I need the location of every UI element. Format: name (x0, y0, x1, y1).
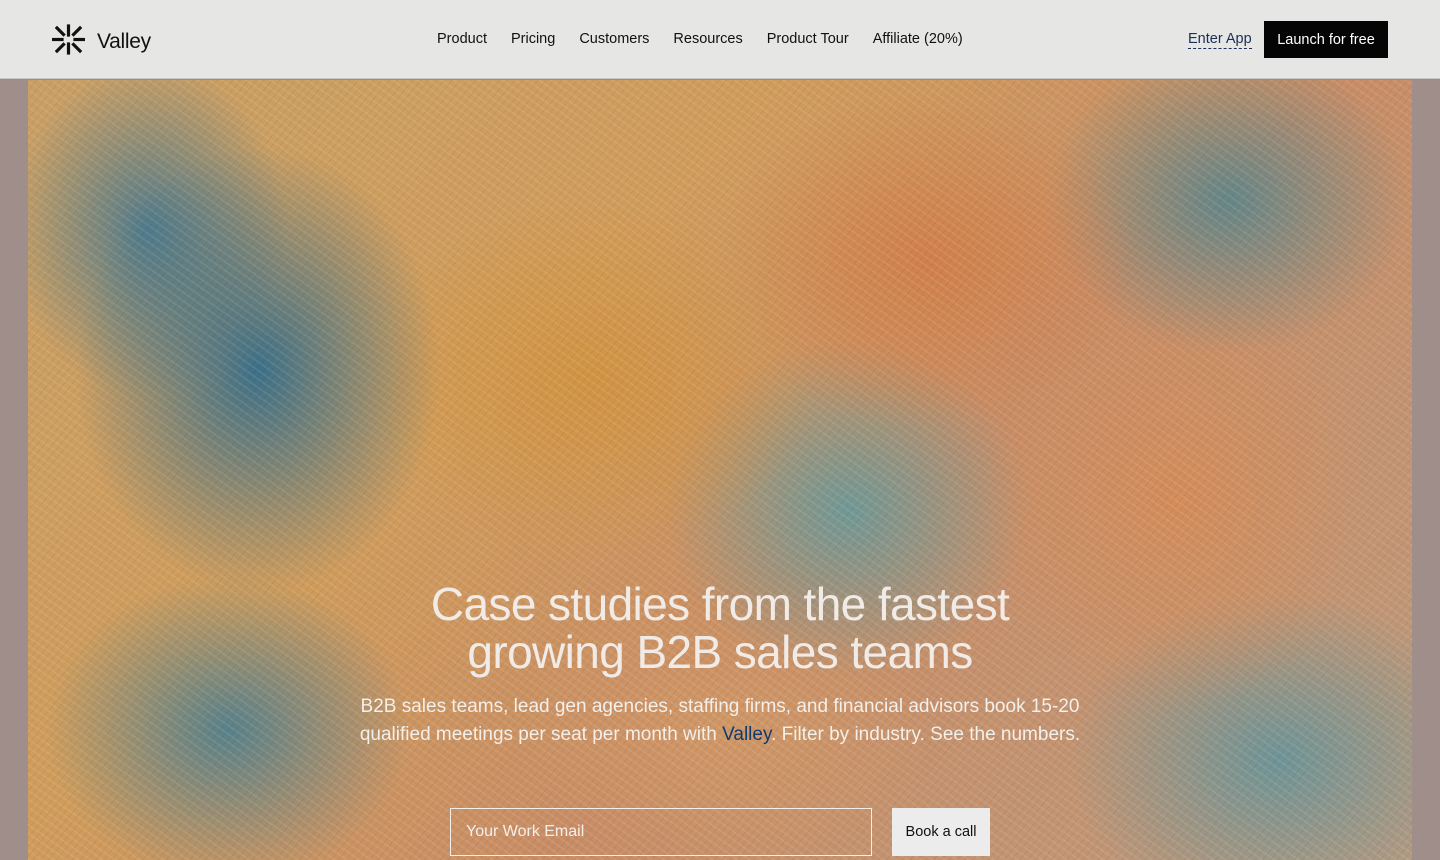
enter-app-link[interactable]: Enter App (1188, 30, 1252, 49)
nav-product[interactable]: Product (437, 30, 487, 48)
brand-name: Valley (97, 30, 151, 53)
hero-subheadline: B2B sales teams, lead gen agencies, staf… (330, 693, 1110, 749)
site-header: Valley Product Pricing Customers Resourc… (0, 0, 1440, 79)
nav-product-tour[interactable]: Product Tour (767, 30, 849, 48)
launch-for-free-button[interactable]: Launch for free (1264, 21, 1388, 58)
book-a-call-button[interactable]: Book a call (892, 808, 990, 856)
hero-section: Case studies from the fastest growing B2… (0, 80, 1440, 860)
nav-affiliate[interactable]: Affiliate (20%) (873, 30, 963, 48)
hero-headline-line1: Case studies from the fastest (430, 578, 1010, 630)
work-email-input[interactable] (450, 808, 872, 856)
hero-headline: Case studies from the fastest growing B2… (320, 580, 1120, 676)
hero-sub-text-2: . Filter by industry. See the numbers. (771, 724, 1081, 745)
hero-headline-line2: growing B2B sales teams (467, 626, 973, 678)
nav-customers[interactable]: Customers (579, 30, 649, 48)
valley-logo-icon (51, 24, 86, 60)
nav-resources[interactable]: Resources (673, 30, 742, 48)
main-nav: Product Pricing Customers Resources Prod… (437, 30, 987, 48)
nav-pricing[interactable]: Pricing (511, 30, 555, 48)
hero-sub-brand: Valley (722, 724, 772, 745)
logo-link[interactable]: Valley (51, 24, 151, 60)
